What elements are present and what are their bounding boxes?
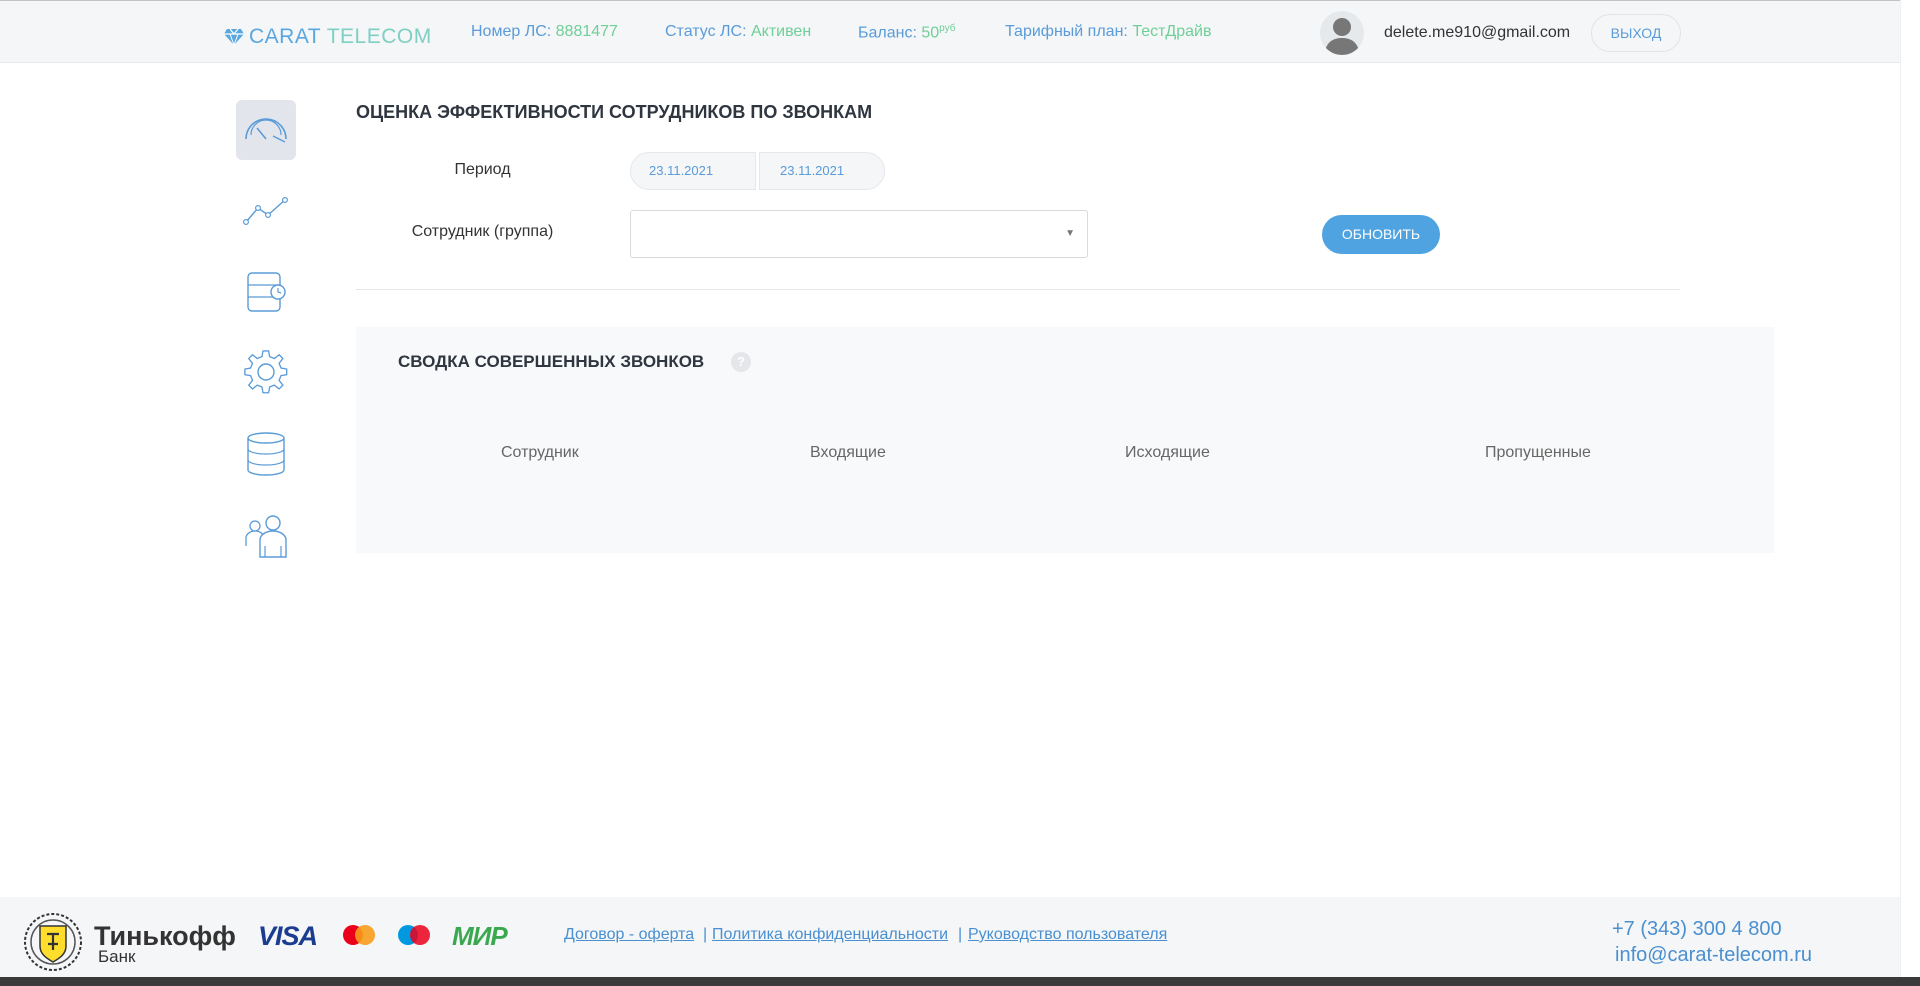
account-status: Статус ЛС: Активен	[665, 23, 811, 41]
account-status-value: Активен	[750, 23, 812, 40]
account-number-value: 8881477	[555, 23, 618, 40]
page-title: ОЦЕНКА ЭФФЕКТИВНОСТИ СОТРУДНИКОВ ПО ЗВОН…	[356, 102, 873, 122]
balance-value: 50	[921, 24, 940, 42]
sidebar-item-database[interactable]	[236, 424, 296, 484]
sidebar-item-settings[interactable]	[236, 343, 296, 403]
line-chart-icon	[243, 196, 288, 225]
divider	[356, 289, 1680, 290]
account-number: Номер ЛС: 8881477	[471, 23, 618, 41]
balance-unit: руб	[939, 23, 956, 34]
summary-title: СВОДКА СОВЕРШЕННЫХ ЗВОНКОВ	[398, 352, 705, 371]
calls-summary-panel: СВОДКА СОВЕРШЕННЫХ ЗВОНКОВ ? Сотрудник В…	[356, 327, 1774, 553]
footer-separator: |	[703, 926, 708, 943]
carat-telecom-logo[interactable]: CARAT TELECOM	[223, 25, 432, 49]
column-header-incoming[interactable]: Входящие	[810, 444, 886, 462]
maestro-icon	[398, 925, 430, 945]
server-clock-icon	[247, 272, 286, 312]
account-number-label: Номер ЛС:	[471, 23, 552, 40]
footer-email[interactable]: info@carat-telecom.ru	[1615, 944, 1812, 967]
column-header-outgoing[interactable]: Исходящие	[1125, 444, 1210, 462]
footer-phone[interactable]: +7 (343) 300 4 800	[1612, 918, 1782, 941]
page: CARAT TELECOM Номер ЛС: 8881477 Статус Л…	[0, 0, 1920, 986]
sidebar-item-dashboard[interactable]	[236, 100, 296, 160]
tariff-plan: Тарифный план: ТестДрайв	[1005, 23, 1211, 41]
visa-logo: VISA	[258, 921, 318, 951]
footer-link-manual[interactable]: Руководство пользователя	[968, 926, 1167, 944]
speedometer-icon	[245, 118, 287, 143]
footer-link-offer[interactable]: Договор - оферта	[564, 926, 694, 944]
date-to-input[interactable]: 23.11.2021	[759, 152, 885, 190]
database-icon	[247, 432, 285, 476]
column-header-missed[interactable]: Пропущенные	[1485, 444, 1591, 462]
vertical-scrollbar[interactable]	[1900, 0, 1920, 977]
top-header: CARAT TELECOM Номер ЛС: 8881477 Статус Л…	[0, 1, 1900, 63]
logout-button[interactable]: ВЫХОД	[1591, 14, 1681, 52]
logo-text-telecom: TELECOM	[326, 25, 432, 48]
avatar[interactable]	[1320, 11, 1364, 55]
mastercard-icon	[343, 925, 375, 945]
employee-label: Сотрудник (группа)	[411, 223, 554, 240]
logo-text-carat: CARAT	[249, 25, 321, 48]
gear-icon	[244, 350, 288, 394]
refresh-button[interactable]: ОБНОВИТЬ	[1322, 215, 1440, 254]
account-status-label: Статус ЛС:	[665, 23, 747, 40]
user-email: delete.me910@gmail.com	[1384, 24, 1571, 41]
footer-link-privacy[interactable]: Политика конфиденциальности	[712, 926, 948, 944]
tinkoff-emblem-icon	[24, 913, 82, 971]
period-label: Период	[454, 161, 511, 178]
horizontal-scrollbar[interactable]	[0, 977, 1920, 986]
sidebar-item-statistics[interactable]	[236, 181, 296, 241]
mir-logo: МИР	[452, 921, 508, 951]
balance: Баланс: 50руб	[858, 23, 955, 42]
sidebar-item-history[interactable]	[236, 262, 296, 322]
diamond-icon	[224, 28, 244, 46]
users-icon	[245, 515, 287, 558]
user-avatar-icon	[1324, 18, 1360, 55]
sidebar-item-employees[interactable]	[236, 505, 296, 565]
bank-subtitle: Банк	[98, 947, 136, 966]
tariff-plan-label: Тарифный план:	[1005, 23, 1128, 40]
tariff-plan-value: ТестДрайв	[1132, 23, 1212, 40]
help-icon[interactable]: ?	[731, 352, 751, 372]
column-header-employee[interactable]: Сотрудник	[501, 444, 579, 462]
dropdown-arrow-icon: ▼	[1065, 228, 1075, 239]
balance-label: Баланс:	[858, 24, 917, 42]
footer-separator: |	[958, 926, 963, 943]
logo-text: CARAT TELECOM	[249, 25, 432, 49]
employee-select[interactable]: ▼	[630, 210, 1088, 258]
date-from-input[interactable]: 23.11.2021	[630, 152, 756, 190]
